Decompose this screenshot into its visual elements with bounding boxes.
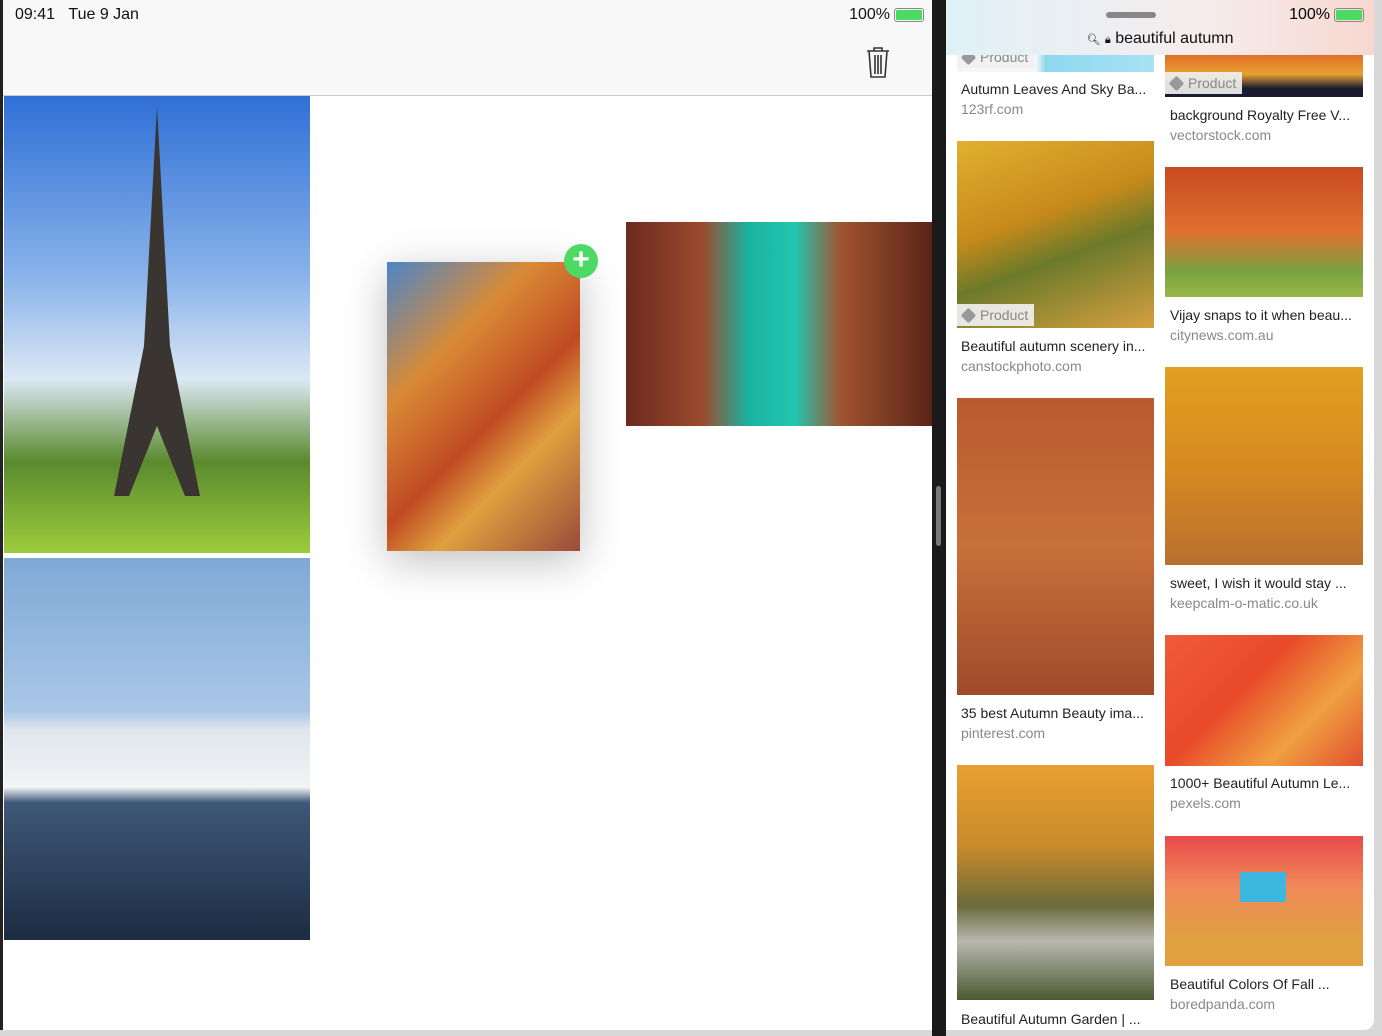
url-bar[interactable]: 🔍︎ 🔒︎ beautiful autumn xyxy=(946,30,1374,48)
dragged-photo-autumn[interactable] xyxy=(387,262,580,551)
product-tag: Product xyxy=(1165,72,1243,94)
result-source: boredpanda.com xyxy=(1170,996,1276,1012)
grabber-handle[interactable] xyxy=(1106,12,1156,18)
result-title[interactable]: Vijay snaps to it when beau... xyxy=(1170,307,1352,323)
photo-iceberg[interactable] xyxy=(4,558,310,940)
safari-header: 100% 🔍︎ 🔒︎ beautiful autumn xyxy=(946,0,1374,55)
result-image[interactable] xyxy=(1165,635,1363,766)
result-source: vectorstock.com xyxy=(1170,127,1272,143)
result-image[interactable] xyxy=(1165,836,1363,966)
result-image[interactable] xyxy=(1165,367,1363,565)
result-title[interactable]: Autumn Leaves And Sky Ba... xyxy=(961,81,1146,97)
result-source: keepcalm-o-matic.co.uk xyxy=(1170,595,1318,611)
window-shutters xyxy=(1240,872,1286,902)
result-source: citynews.com.au xyxy=(1170,327,1274,343)
result-title[interactable]: sweet, I wish it would stay ... xyxy=(1170,575,1347,591)
result-source: pinterest.com xyxy=(961,725,1046,741)
battery-status: 100% xyxy=(849,6,924,24)
result-image[interactable] xyxy=(957,765,1154,1000)
tag-icon xyxy=(1168,75,1185,91)
battery-icon xyxy=(894,8,924,22)
photo-eiffel-tower[interactable] xyxy=(4,96,310,553)
lock-icon: 🔒︎ xyxy=(1104,34,1111,46)
result-source: 123rf.com xyxy=(961,101,1024,117)
status-time: 09:41 Tue 9 Jan xyxy=(15,6,139,23)
photo-app-pane: 09:41 Tue 9 Jan 100% + xyxy=(0,0,932,1030)
result-image[interactable] xyxy=(957,398,1154,695)
result-image[interactable] xyxy=(957,141,1154,328)
result-title[interactable]: Beautiful Colors Of Fall ... xyxy=(1170,976,1330,992)
result-title[interactable]: 1000+ Beautiful Autumn Le... xyxy=(1170,775,1350,791)
battery-status: 100% xyxy=(1289,6,1364,24)
result-title[interactable]: Beautiful autumn scenery in... xyxy=(961,338,1145,354)
product-tag: Product xyxy=(957,304,1035,326)
divider-handle[interactable] xyxy=(936,486,941,546)
trash-icon[interactable] xyxy=(865,45,891,79)
result-image[interactable] xyxy=(1165,167,1363,297)
result-title[interactable]: 35 best Autumn Beauty ima... xyxy=(961,705,1144,721)
safari-pane: 100% 🔍︎ 🔒︎ beautiful autumn Product Autu… xyxy=(946,0,1374,1030)
status-date: Tue 9 Jan xyxy=(68,6,139,23)
result-source: pexels.com xyxy=(1170,795,1241,811)
search-icon: 🔍︎ xyxy=(1086,34,1101,46)
result-title[interactable]: background Royalty Free V... xyxy=(1170,107,1350,123)
photo-venice-canal[interactable] xyxy=(626,222,932,426)
result-source: canstockphoto.com xyxy=(961,358,1082,374)
add-badge-plus-icon: + xyxy=(564,244,598,278)
tag-icon xyxy=(960,307,977,323)
result-title[interactable]: Beautiful Autumn Garden | ... xyxy=(961,1011,1141,1027)
toolbar: 09:41 Tue 9 Jan 100% xyxy=(3,0,932,96)
battery-icon xyxy=(1334,8,1364,22)
